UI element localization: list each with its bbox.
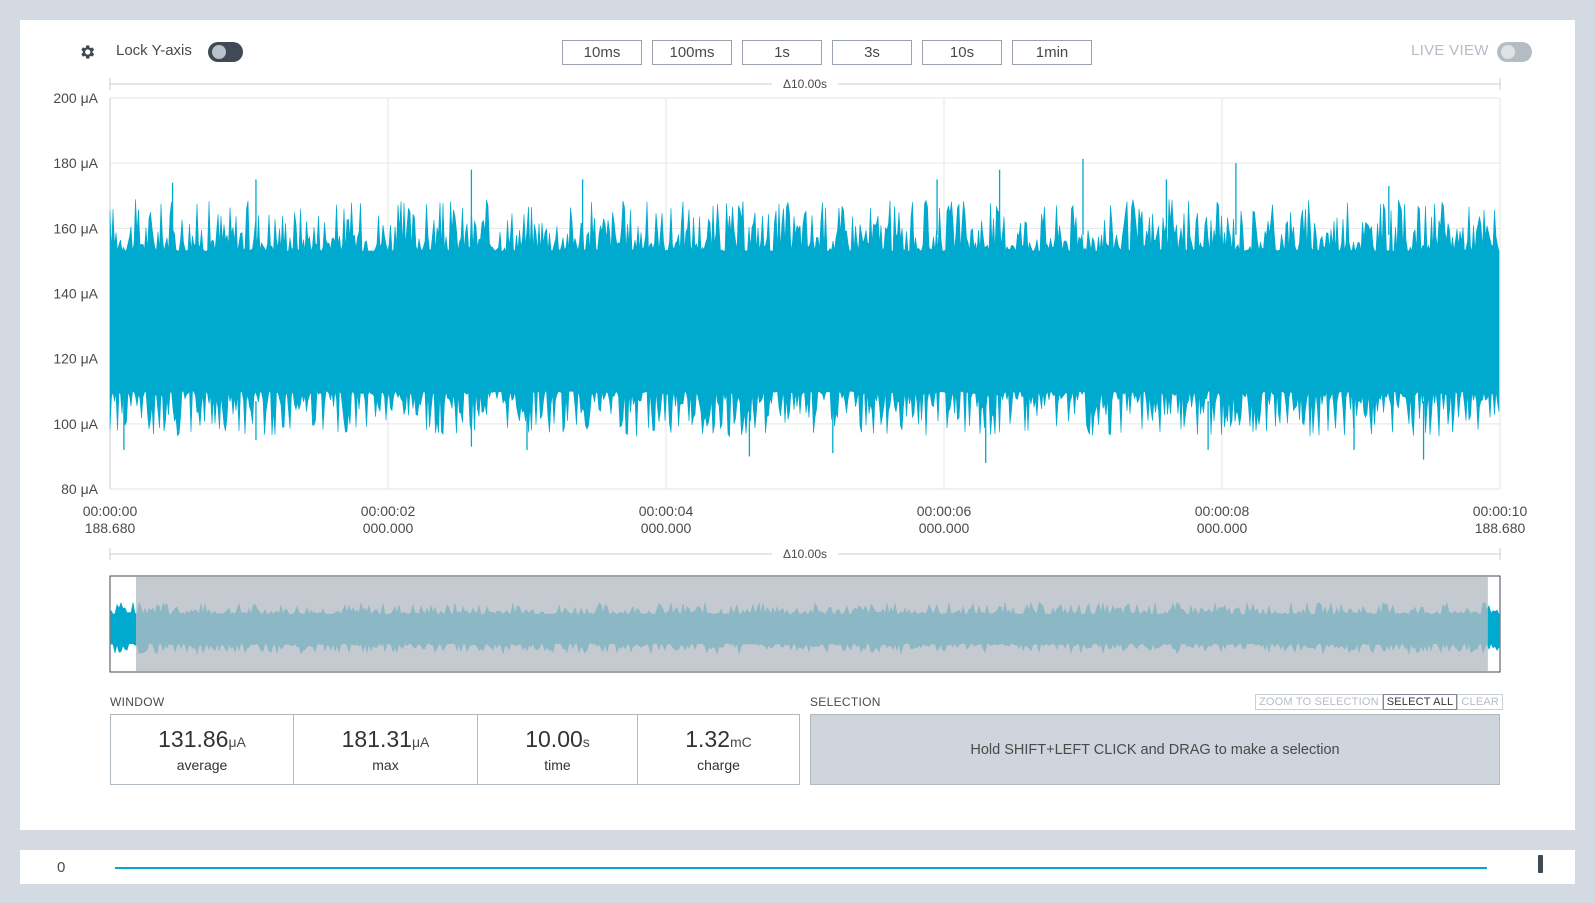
y-tick-label: 120 μA [53, 351, 98, 367]
y-tick-label: 200 μA [53, 90, 98, 106]
x-tick-sublabel: 188.680 [1475, 520, 1526, 536]
bottom-zero-label: 0 [57, 859, 66, 876]
y-tick-label: 180 μA [53, 155, 98, 171]
main-panel: Lock Y-axis 10ms 100ms 1s 3s 10s 1min LI… [20, 20, 1575, 830]
stat-average-unit: μA [228, 734, 246, 750]
bottom-timeline[interactable] [115, 867, 1487, 869]
minimap-chart[interactable] [109, 575, 1501, 673]
stat-max-value: 181.31 [341, 726, 412, 752]
delta-label-top: Δ10.00s [783, 77, 827, 91]
stat-average: 131.86μA average [111, 715, 294, 784]
x-tick-label: 00:00:08 [1195, 503, 1250, 519]
stat-average-label: average [176, 757, 228, 773]
x-tick-label: 00:00:00 [83, 503, 138, 519]
stat-max-unit: μA [411, 734, 430, 750]
stat-max-label: max [372, 757, 399, 773]
x-tick-sublabel: 000.000 [641, 520, 692, 536]
x-tick-sublabel: 000.000 [1197, 520, 1248, 536]
y-tick-label: 80 μA [61, 481, 99, 497]
current-chart[interactable]: Δ10.00s 200 μA 180 μA 160 μA 140 μA 120 μA 10… [20, 20, 1575, 700]
selection-section-label: SELECTION [810, 695, 881, 709]
selection-hint-text: Hold SHIFT+LEFT CLICK and DRAG to make a… [970, 741, 1340, 758]
delta-indicator-top: Δ10.00s [109, 75, 1501, 91]
stat-charge-unit: mC [729, 734, 752, 750]
bottom-scroll-handle[interactable] [1538, 855, 1543, 873]
y-tick-label: 160 μA [53, 220, 98, 236]
stat-charge-value: 1.32 [685, 726, 730, 752]
stat-time-label: time [544, 757, 571, 773]
current-signal [109, 158, 1500, 463]
x-tick-label: 00:00:04 [639, 503, 694, 519]
stat-charge-label: charge [697, 757, 740, 773]
selection-buttons: ZOOM TO SELECTION SELECT ALL CLEAR [1255, 694, 1504, 710]
x-tick-label: 00:00:06 [917, 503, 972, 519]
minimap-selection-window[interactable] [135, 577, 1488, 671]
x-tick-sublabel: 000.000 [363, 520, 414, 536]
stat-time: 10.00s time [478, 715, 638, 784]
stat-max: 181.31μA max [294, 715, 478, 784]
bottom-scroll-bar: 0 [20, 850, 1575, 884]
delta-label-bottom: Δ10.00s [783, 547, 827, 561]
window-section-label: WINDOW [110, 695, 165, 709]
stat-charge: 1.32mC charge [638, 715, 799, 784]
window-stats: 131.86μA average 181.31μA max 10.00s tim… [110, 714, 800, 785]
y-axis: 200 μA 180 μA 160 μA 140 μA 120 μA 100 μA 80 μ… [53, 90, 98, 497]
x-tick-label: 00:00:02 [361, 503, 416, 519]
stat-average-value: 131.86 [158, 726, 229, 752]
x-tick-label: 00:00:10 [1473, 503, 1528, 519]
stat-time-unit: s [582, 734, 590, 750]
y-tick-label: 100 μA [53, 416, 98, 432]
y-tick-label: 140 μA [53, 286, 98, 302]
select-all-button[interactable]: SELECT ALL [1382, 694, 1458, 710]
x-axis: 00:00:00188.68000:00:02000.00000:00:0400… [83, 503, 1528, 536]
clear-selection-button[interactable]: CLEAR [1457, 694, 1504, 710]
zoom-to-selection-button[interactable]: ZOOM TO SELECTION [1255, 694, 1383, 710]
signal-band [109, 199, 1500, 438]
stat-time-value: 10.00 [525, 726, 583, 752]
selection-hint-box[interactable]: Hold SHIFT+LEFT CLICK and DRAG to make a… [810, 714, 1500, 785]
x-tick-sublabel: 188.680 [85, 520, 136, 536]
x-tick-sublabel: 000.000 [919, 520, 970, 536]
delta-indicator-bottom: Δ10.00s [109, 545, 1501, 561]
